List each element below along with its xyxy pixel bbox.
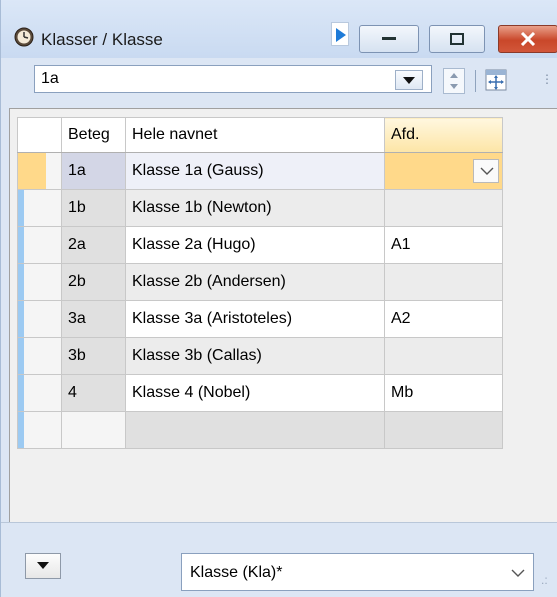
cell-name[interactable]: Klasse 3a (Aristoteles) [125, 300, 385, 338]
window-title: Klasser / Klasse [41, 30, 163, 49]
row-selector-header[interactable] [17, 117, 62, 153]
cell-name[interactable]: Klasse 1b (Newton) [125, 189, 385, 227]
minimize-button[interactable] [359, 25, 419, 53]
cell-beteg[interactable]: 1a [61, 152, 126, 190]
cell-name[interactable]: Klasse 4 (Nobel) [125, 374, 385, 412]
toolbar-separator [475, 70, 476, 92]
cell-afd[interactable] [384, 189, 503, 227]
cell-afd[interactable] [384, 337, 503, 375]
view-select[interactable]: Klasse (Kla)* [181, 553, 534, 591]
cell-beteg[interactable]: 3a [61, 300, 126, 338]
class-table: Beteg Hele navnet Afd. 1a Klasse 1a (Gau… [17, 117, 503, 449]
table-row[interactable]: 1b Klasse 1b (Newton) [17, 189, 503, 227]
row-selector[interactable] [17, 263, 62, 301]
cell-afd [385, 162, 397, 179]
cell-beteg-new[interactable] [61, 411, 126, 449]
cell-name[interactable]: Klasse 1a (Gauss) [125, 152, 385, 190]
cell-afd-value: A2 [391, 310, 411, 327]
column-header-beteg[interactable]: Beteg [61, 117, 126, 153]
column-header-name[interactable]: Hele navnet [125, 117, 385, 153]
cell-afd-value: A1 [391, 236, 411, 253]
cell-afd[interactable] [384, 263, 503, 301]
grid-settings-icon[interactable] [485, 69, 507, 91]
cell-name[interactable]: Klasse 2a (Hugo) [125, 226, 385, 264]
cell-name[interactable]: Klasse 3b (Callas) [125, 337, 385, 375]
cell-name-new[interactable] [125, 411, 385, 449]
close-button[interactable] [498, 25, 557, 53]
class-window: Klasser / Klasse 1a ⋮ Beteg Hele navnet … [0, 0, 557, 597]
cell-afd-value [385, 273, 397, 290]
table-row[interactable]: 4 Klasse 4 (Nobel) Mb [17, 374, 503, 412]
table-row[interactable]: 1a Klasse 1a (Gauss) [17, 152, 503, 190]
maximize-button[interactable] [429, 25, 485, 53]
toolbar-overflow-icon[interactable]: ⋮ [541, 72, 553, 86]
cell-beteg[interactable]: 1b [61, 189, 126, 227]
chevron-down-icon[interactable] [25, 553, 61, 579]
table-row[interactable]: 3a Klasse 3a (Aristoteles) A2 [17, 300, 503, 338]
new-row[interactable] [17, 411, 503, 449]
row-selector[interactable] [17, 226, 62, 264]
column-header-afd[interactable]: Afd. [384, 117, 503, 153]
row-selector[interactable] [17, 300, 62, 338]
cell-afd-value [385, 199, 397, 216]
chevron-down-icon [511, 569, 525, 577]
table-row[interactable]: 3b Klasse 3b (Callas) [17, 337, 503, 375]
cell-beteg[interactable]: 4 [61, 374, 126, 412]
chevron-down-icon[interactable] [395, 70, 423, 90]
cell-beteg[interactable]: 3b [61, 337, 126, 375]
row-selector[interactable] [17, 189, 62, 227]
row-selector[interactable] [17, 411, 62, 449]
cell-afd[interactable]: A2 [384, 300, 503, 338]
cell-afd[interactable]: Mb [384, 374, 503, 412]
resize-grip-icon[interactable]: .: [541, 573, 548, 587]
table-row[interactable]: 2a Klasse 2a (Hugo) A1 [17, 226, 503, 264]
cell-beteg[interactable]: 2a [61, 226, 126, 264]
cell-beteg[interactable]: 2b [61, 263, 126, 301]
spin-updown-icon[interactable] [443, 68, 465, 94]
view-select-value: Klasse (Kla)* [190, 564, 283, 581]
play-arrow-icon[interactable] [331, 22, 349, 46]
cell-afd[interactable]: A1 [384, 226, 503, 264]
table-header-row: Beteg Hele navnet Afd. [17, 117, 503, 153]
table-row[interactable]: 2b Klasse 2b (Andersen) [17, 263, 503, 301]
cell-afd-value: Mb [391, 384, 414, 401]
class-selector-value: 1a [41, 70, 59, 87]
cell-afd-editor[interactable] [384, 152, 503, 190]
row-selector[interactable] [17, 152, 62, 190]
clock-gear-icon [14, 27, 34, 47]
cell-afd-new[interactable] [384, 411, 503, 449]
chevron-down-icon[interactable] [473, 159, 499, 183]
row-selector[interactable] [17, 337, 62, 375]
title-bar[interactable]: Klasser / Klasse [1, 0, 557, 58]
class-selector-combo[interactable]: 1a [34, 65, 432, 93]
row-selector[interactable] [17, 374, 62, 412]
cell-afd-value [385, 347, 397, 364]
cell-name[interactable]: Klasse 2b (Andersen) [125, 263, 385, 301]
